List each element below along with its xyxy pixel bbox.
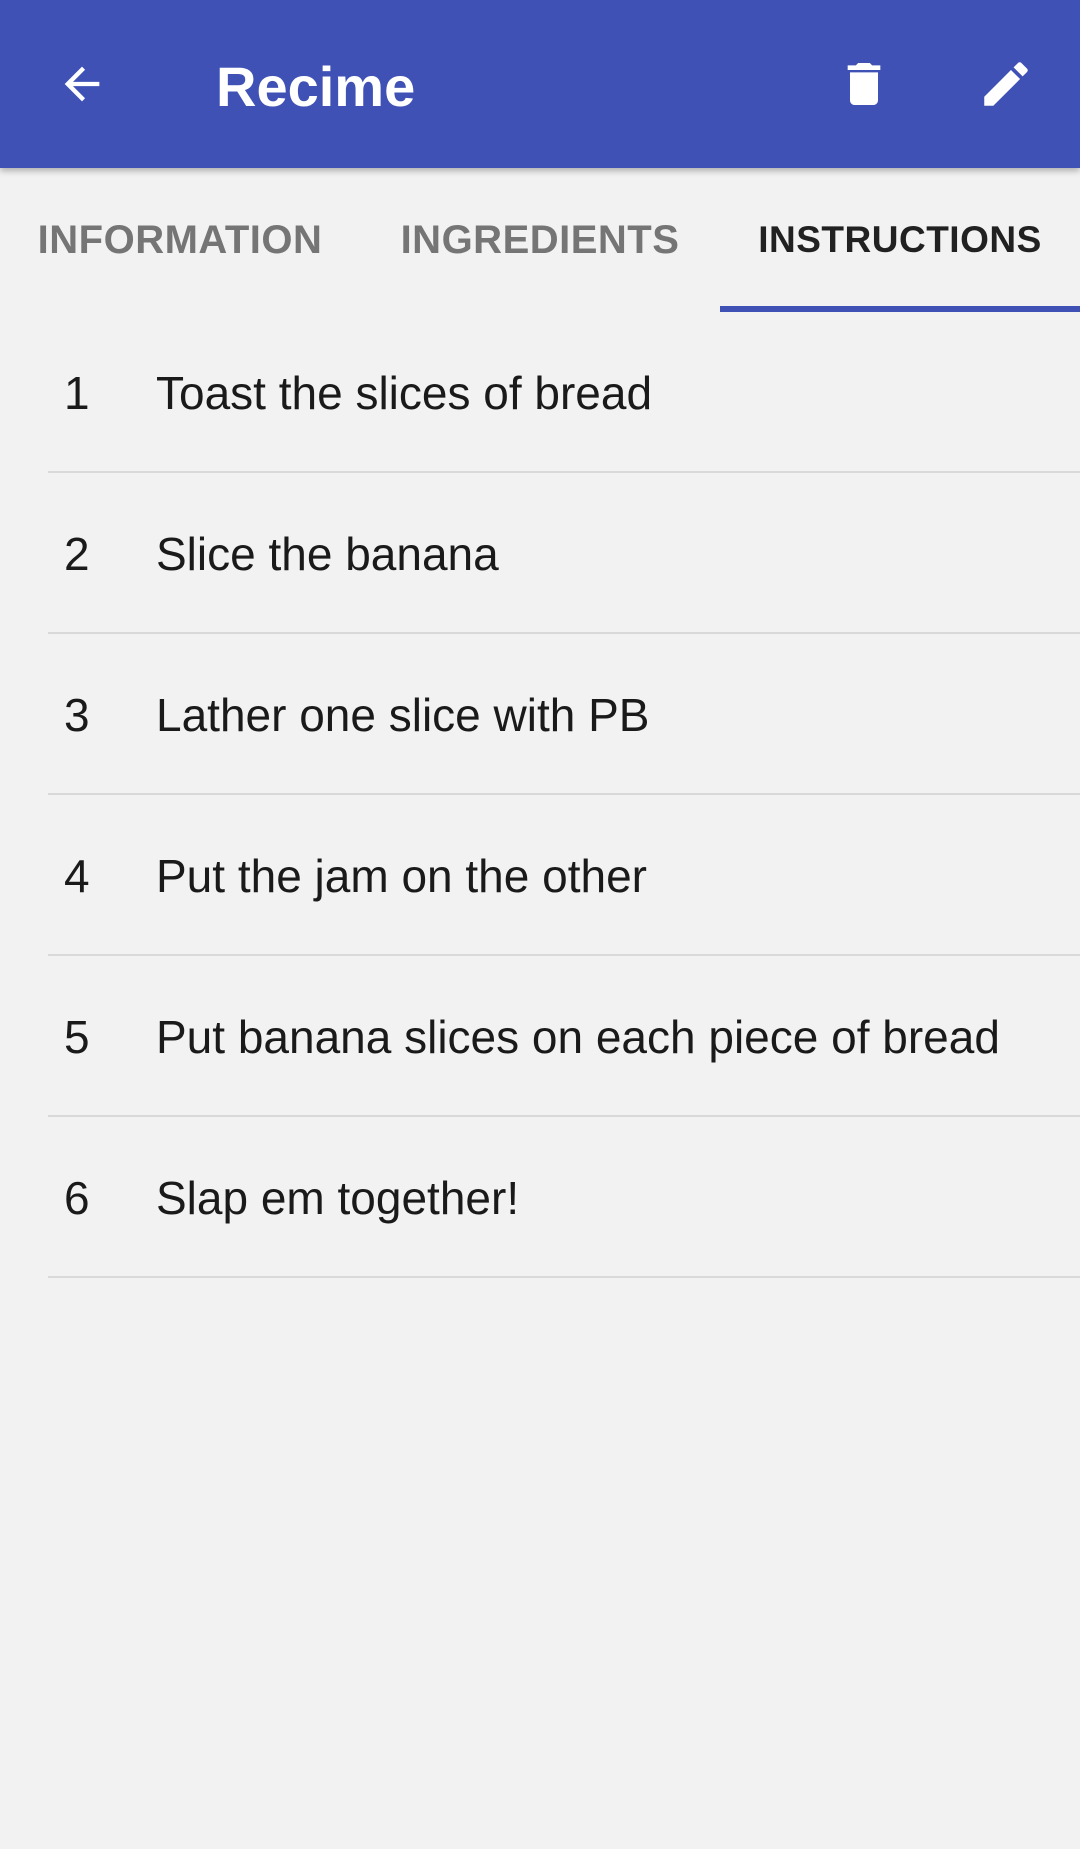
tab-information[interactable]: INFORMATION — [0, 168, 360, 312]
step-text: Toast the slices of bread — [156, 366, 653, 419]
app-bar: Recime — [0, 0, 1080, 168]
step-number: 2 — [64, 527, 90, 580]
list-item[interactable]: 4 Put the jam on the other — [0, 795, 1080, 956]
step-text: Put banana slices on each piece of bread — [156, 1010, 1000, 1063]
trash-icon — [847, 63, 881, 105]
instructions-list: 1 Toast the slices of bread 2 Slice the … — [0, 312, 1080, 1278]
list-item[interactable]: 1 Toast the slices of bread — [0, 312, 1080, 473]
step-text: Put the jam on the other — [156, 849, 647, 902]
app-title: Recime — [216, 55, 416, 118]
step-text: Slap em together! — [156, 1171, 520, 1224]
arrow-back-icon — [64, 66, 100, 102]
tab-bar: INFORMATION INGREDIENTS INSTRUCTIONS — [0, 168, 1080, 312]
step-text: Lather one slice with PB — [156, 688, 650, 741]
divider — [48, 1276, 1080, 1278]
step-number: 4 — [64, 849, 90, 902]
list-item[interactable]: 2 Slice the banana — [0, 473, 1080, 634]
tab-instructions[interactable]: INSTRUCTIONS — [720, 168, 1080, 312]
step-number: 1 — [64, 366, 90, 419]
step-number: 5 — [64, 1010, 90, 1063]
selected-tab-indicator — [720, 306, 1080, 312]
step-number: 3 — [64, 688, 90, 741]
tab-ingredients[interactable]: INGREDIENTS — [360, 168, 720, 312]
list-item[interactable]: 5 Put banana slices on each piece of bre… — [0, 956, 1080, 1117]
step-number: 6 — [64, 1171, 90, 1224]
delete-button[interactable] — [824, 44, 904, 124]
list-item[interactable]: 6 Slap em together! — [0, 1117, 1080, 1278]
list-item[interactable]: 3 Lather one slice with PB — [0, 634, 1080, 795]
pencil-icon — [984, 62, 1028, 106]
back-button[interactable] — [42, 44, 122, 124]
step-text: Slice the banana — [156, 527, 499, 580]
edit-button[interactable] — [966, 44, 1046, 124]
